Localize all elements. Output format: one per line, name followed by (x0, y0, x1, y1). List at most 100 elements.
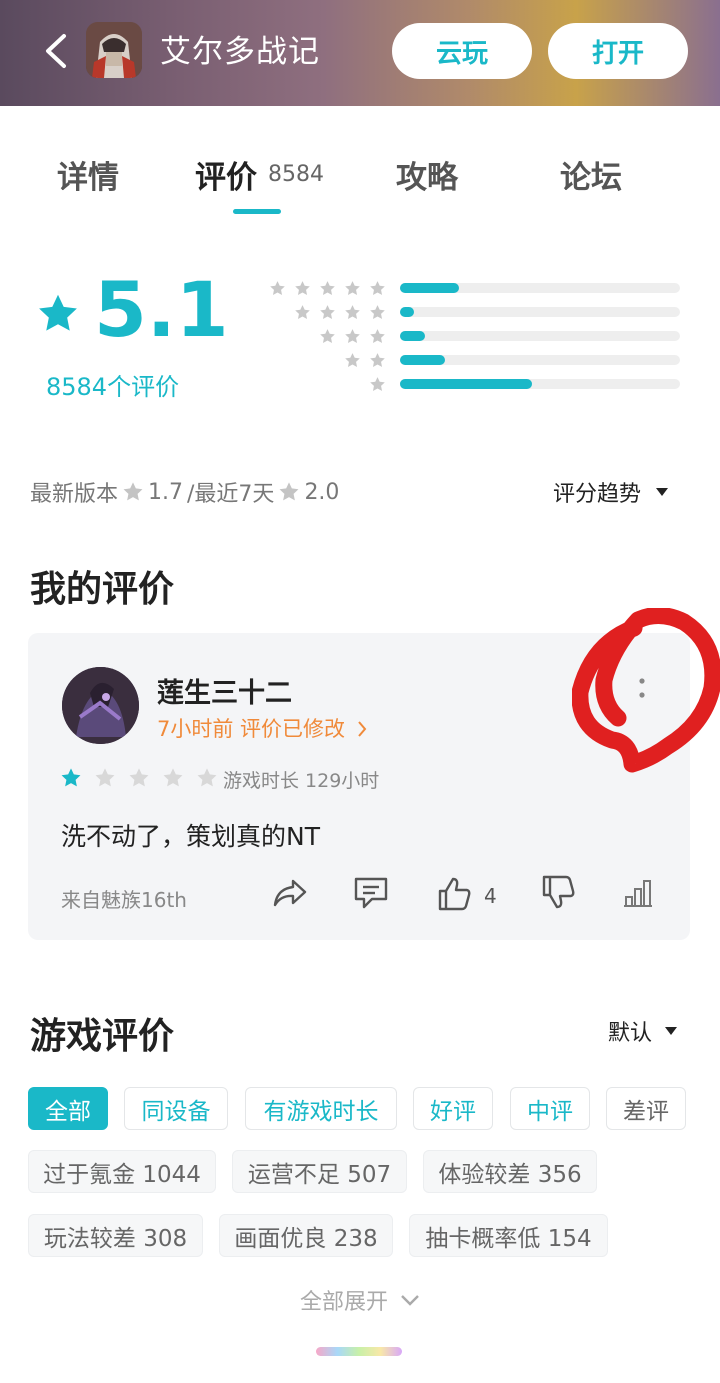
filter-positive[interactable]: 好评 (413, 1087, 493, 1130)
reviewer-name[interactable]: 莲生三十二 (157, 671, 292, 710)
review-text: 洗不动了，策划真的NT (61, 822, 320, 851)
review-count: 8584个评价 (46, 373, 180, 401)
sort-label: 默认 (608, 1021, 653, 1046)
expand-all-button[interactable]: 全部展开 (300, 1284, 420, 1316)
distribution-track (400, 283, 680, 293)
star-icon (370, 281, 385, 295)
sort-dropdown[interactable]: 默认 (608, 1015, 678, 1047)
caret-down-icon (665, 1027, 678, 1035)
filter-has-playtime[interactable]: 有游戏时长 (245, 1087, 397, 1130)
distribution-track (400, 307, 680, 317)
chevron-down-icon (401, 1295, 419, 1306)
distribution-row-2-star (250, 352, 686, 368)
cloud-play-button[interactable]: 云玩 (392, 23, 532, 79)
distribution-track (400, 355, 680, 365)
tag-chip[interactable]: 运营不足 507 (232, 1150, 407, 1193)
star-icon (295, 305, 310, 319)
caret-down-icon (656, 488, 669, 496)
distribution-row-4-star (250, 304, 686, 320)
back-arrow-icon[interactable] (38, 26, 78, 76)
thumbs-up-icon[interactable] (436, 875, 474, 911)
filter-all[interactable]: 全部 (28, 1087, 108, 1130)
app-icon (86, 22, 142, 78)
star-icon (370, 377, 385, 391)
tab-guides[interactable]: 攻略 (396, 152, 458, 197)
device-source: 来自魅族16th (61, 888, 187, 912)
more-options-icon[interactable] (632, 673, 652, 703)
distribution-stars (344, 352, 386, 369)
star-icon (345, 353, 360, 367)
version-scores: 最新版本 1.7 /最近7天 2.0 (30, 476, 339, 508)
filter-negative[interactable]: 差评 (606, 1087, 686, 1130)
star-icon (345, 305, 360, 319)
distribution-stars (269, 280, 386, 297)
recent-label: /最近7天 (187, 482, 275, 507)
stats-icon[interactable] (622, 875, 654, 911)
distribution-bar (400, 307, 414, 317)
distribution-track (400, 379, 680, 389)
distribution-row-3-star (250, 328, 686, 344)
avatar[interactable] (62, 667, 139, 744)
star-icon (320, 281, 335, 295)
rating-trend-dropdown[interactable]: 评分趋势 (553, 476, 669, 508)
tab-details[interactable]: 详情 (57, 152, 119, 197)
distribution-stars (319, 328, 386, 345)
comment-icon[interactable] (352, 875, 390, 911)
latest-version-score: 1.7 (148, 479, 184, 505)
tab-reviews-count: 8584 (268, 162, 324, 187)
app-title: 艾尔多战记 (160, 34, 320, 70)
app-header: 艾尔多战记 云玩 打开 (0, 0, 720, 106)
tag-chip[interactable]: 抽卡概率低 154 (409, 1214, 608, 1257)
star-icon (320, 329, 335, 343)
review-edited-link[interactable]: 7小时前 评价已修改 (157, 713, 368, 743)
filter-same-device[interactable]: 同设备 (124, 1087, 228, 1130)
star-icon (370, 305, 385, 319)
like-count: 4 (484, 884, 497, 908)
distribution-bar (400, 331, 425, 341)
chevron-right-icon (357, 721, 367, 737)
filter-neutral[interactable]: 中评 (510, 1087, 590, 1130)
review-star-rating (60, 767, 218, 789)
star-icon (95, 768, 115, 787)
star-icon (345, 281, 360, 295)
expand-all-label: 全部展开 (300, 1290, 389, 1315)
thumbs-down-icon[interactable] (540, 875, 578, 911)
distribution-stars (369, 376, 386, 393)
tag-chip[interactable]: 玩法较差 308 (28, 1214, 203, 1257)
distribution-bar (400, 379, 532, 389)
distribution-bar (400, 283, 459, 293)
tag-chip[interactable]: 体验较差 356 (423, 1150, 597, 1193)
recent-score: 2.0 (304, 479, 340, 505)
star-icon (295, 281, 310, 295)
star-icon (370, 329, 385, 343)
open-button[interactable]: 打开 (548, 23, 688, 79)
star-icon (61, 768, 81, 787)
tag-chip[interactable]: 过于氪金 1044 (28, 1150, 216, 1193)
my-review-title: 我的评价 (30, 569, 175, 610)
distribution-bar (400, 355, 445, 365)
star-icon (320, 305, 335, 319)
review-meta-text: 7小时前 评价已修改 (157, 717, 346, 741)
playtime: 游戏时长 129小时 (223, 770, 380, 792)
distribution-stars (294, 304, 386, 321)
latest-version-label: 最新版本 (30, 482, 119, 507)
distribution-row-5-star (250, 280, 686, 296)
rating-trend-label: 评分趋势 (553, 482, 642, 507)
star-icon (123, 482, 143, 501)
tab-forum[interactable]: 论坛 (560, 152, 622, 197)
game-reviews-title: 游戏评价 (30, 1016, 175, 1057)
star-icon (163, 768, 183, 787)
star-icon (345, 329, 360, 343)
tab-reviews[interactable]: 评价 (195, 152, 257, 197)
rating-star-icon (39, 294, 77, 331)
star-icon (129, 768, 149, 787)
tab-active-indicator (233, 209, 281, 214)
star-icon (370, 353, 385, 367)
star-icon (279, 482, 299, 501)
share-icon[interactable] (271, 875, 309, 911)
my-review-card: 莲生三十二 7小时前 评价已修改 游戏时长 129小时 洗不动了，策划真的NT … (28, 633, 690, 940)
star-icon (270, 281, 285, 295)
tag-chip[interactable]: 画面优良 238 (219, 1214, 393, 1257)
average-score: 5.1 (94, 265, 229, 354)
distribution-row-1-star (250, 376, 686, 392)
